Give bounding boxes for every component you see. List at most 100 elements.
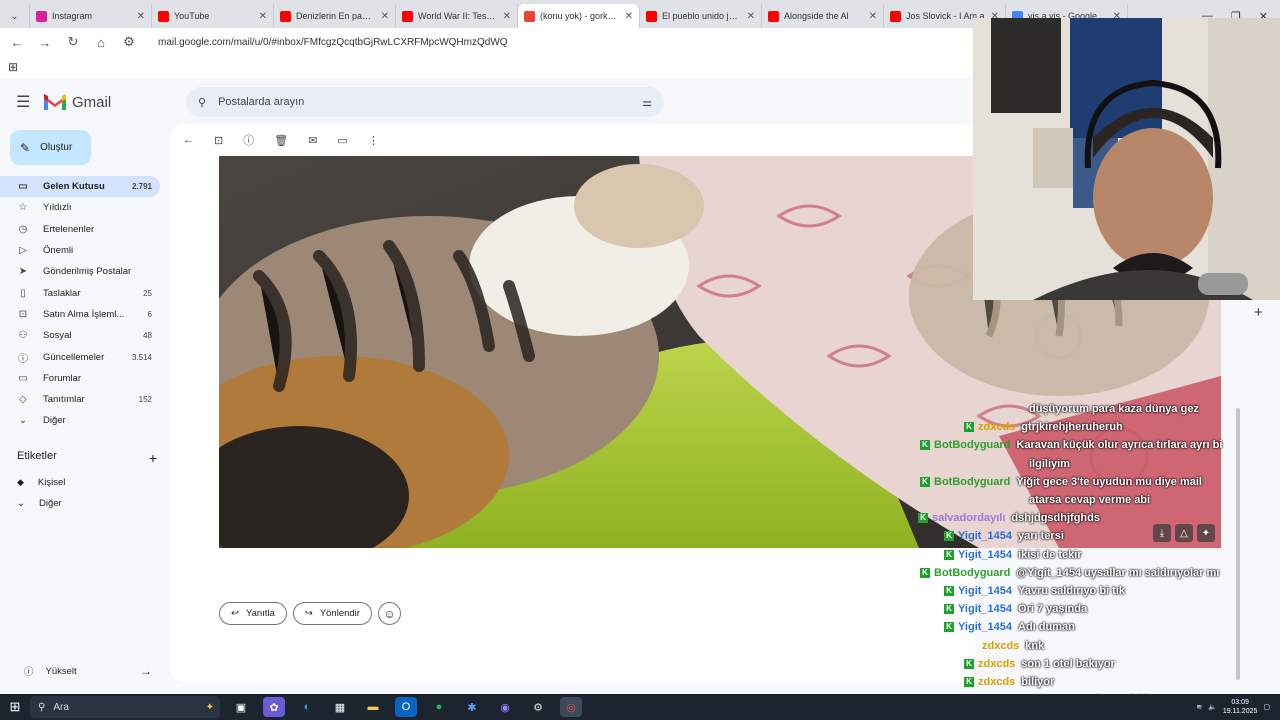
tab-title: (konu yok) - gorkem [540,11,620,21]
sidebar-item[interactable]: ▭ Gelen Kutusu 2.791 [0,176,160,198]
chat-username[interactable]: BotBodyguard [934,567,1010,579]
gmail-logo[interactable]: Gmail [44,94,178,111]
label-item-kisisel[interactable]: ◆ Kişisel [17,477,65,488]
search-bar[interactable]: ⚲ Postalarda arayın ⚌ [186,87,664,117]
wifi-icon[interactable]: ≋ [1196,703,1202,711]
chat-message: K BotBodyguard Karavan küçük olur ayrıca t… [920,439,1280,451]
add-label-icon[interactable]: + [149,450,157,466]
chrome-icon[interactable]: ◎ [560,697,582,717]
sidebar-item[interactable]: ☆ Yıldızlı [0,197,160,218]
search-input[interactable]: Postalarda arayın [218,96,630,108]
start-icon[interactable]: ⊞ [0,699,30,715]
outlook-icon[interactable]: O [395,697,417,717]
chat-message: atarsa cevap verme abi [1029,494,1280,506]
folder-icon[interactable]: ▬ [362,697,384,717]
app-icon[interactable]: ✱ [461,697,483,717]
browser-tab[interactable]: El pueblo unido jamá ✕ [640,4,762,28]
search-icon[interactable]: ⚲ [198,96,206,109]
upgrade-button[interactable]: ⓘ Yükselt → [24,664,152,678]
chat-message: Kzdxcds biliyor [964,676,1280,688]
task-view-icon[interactable]: ▣ [230,697,252,717]
app-name: Gmail [72,93,112,111]
chat-username[interactable]: BotBodyguard [934,476,1010,488]
close-tab-icon[interactable]: ✕ [747,11,755,22]
report-spam-icon[interactable]: ⓘ [243,132,254,148]
chat-message: K Yigit_1454 ikisi de tekir [944,549,1280,561]
notifications-icon[interactable]: ▢ [1263,703,1270,711]
move-to-icon[interactable]: ▭ [337,134,347,147]
main-menu-icon[interactable]: ☰ [16,92,34,112]
volume-icon[interactable]: 🔈 [1208,703,1217,711]
sidebar-item[interactable]: ▯ Taslaklar 25 [0,282,160,303]
add-icon[interactable]: + [1254,304,1263,321]
forward-button[interactable]: ↪ Yönlendir [292,602,372,625]
taskbar-search-label: Ara [53,701,69,713]
label-item-diger[interactable]: ⌄ Diğer [17,498,62,509]
sidebar-item[interactable]: ⓘ Güncellemeler 3.514 [0,346,160,367]
sidebar-item[interactable]: ◷ Ertelenenler [0,219,160,240]
emoji-reaction-button[interactable]: ☺ [377,602,401,625]
reload-icon[interactable]: ↻ [66,34,80,50]
back-icon[interactable]: ← [10,35,24,50]
favicon-icon [36,10,47,22]
scrollbar[interactable] [1236,408,1240,680]
browser-tab[interactable]: Denizlerin En pahalı b ✕ [274,4,396,28]
cart-icon: ⊡ [18,308,28,320]
chat-text: Yavru saldırıyo bi tık [1018,585,1126,597]
tab-list-button[interactable]: ⌄ [0,4,30,28]
browser-tab[interactable]: Alongside the Al ✕ [762,4,884,28]
forward-icon[interactable]: → [38,35,52,50]
sidebar-item[interactable]: ➤ Gönderilmiş Postalar [0,261,160,282]
apps-grid-icon[interactable]: ⊞ [8,60,18,74]
mark-unread-icon[interactable]: ✉ [308,134,317,147]
browser-tab[interactable]: YouTube ✕ [152,4,274,28]
clock[interactable]: 03:09 19.11.2025 [1223,698,1258,716]
delete-icon[interactable]: 🗑 [274,134,288,147]
more-icon[interactable]: ⋮ [368,134,379,147]
edge-icon[interactable]: ◐ [296,697,318,717]
chat-username[interactable]: zdxcds [978,658,1015,670]
chat-username[interactable]: Yigit_1454 [958,549,1012,561]
sidebar-item[interactable]: ⚇ Sosyal 48 [0,325,160,346]
sidebar-item[interactable]: ⊡ Satın Alma İşleml... 6 [0,304,160,325]
store-icon[interactable]: ▦ [329,697,351,717]
chat-username[interactable]: Yigit_1454 [958,585,1012,597]
spotify-icon[interactable]: ● [428,697,450,717]
chat-text: gtrjkirehjheruheruh [1021,421,1123,434]
close-tab-icon[interactable]: ✕ [259,11,267,22]
sidebar-item[interactable]: ◇ Tanıtımlar 152 [0,389,160,410]
close-tab-icon[interactable]: ✕ [869,11,877,22]
browser-tab[interactable]: (konu yok) - gorkem ✕ [518,4,640,28]
back-to-inbox-icon[interactable]: ← [183,134,194,146]
settings-icon[interactable]: ⚙ [527,697,549,717]
chat-username[interactable]: Yigit_1454 [958,530,1012,542]
url-field[interactable]: mail.google.com/mail/u/0/#inbox/FMfcgzQc… [158,37,508,48]
chat-username[interactable]: zdxcds [982,640,1019,652]
compose-button[interactable]: ✎ Oluştur [10,130,91,165]
chat-username[interactable]: Yigit_1454 [958,603,1012,615]
reply-button[interactable]: ↩ Yanıtla [219,602,287,625]
chat-username[interactable]: zdxcds [978,676,1015,688]
chat-username[interactable]: BotBodyguard [934,439,1010,451]
sidebar-item[interactable]: ⌄ Diğer [0,410,160,431]
chat-username[interactable]: zdxcds [978,421,1015,433]
archive-icon[interactable]: ⊡ [214,134,223,147]
sidebar-item[interactable]: ▭ Forumlar [0,368,160,389]
sidebar: ✎ Oluştur ▭ Gelen Kutusu 2.791 ☆ Yıldızlı ◷ Er… [0,124,168,694]
close-tab-icon[interactable]: ✕ [137,11,145,22]
home-icon[interactable]: ⌂ [94,35,108,50]
obs-icon[interactable]: ◉ [494,697,516,717]
search-options-icon[interactable]: ⚌ [642,96,652,109]
site-info-icon[interactable]: ⚙ [122,34,136,50]
close-tab-icon[interactable]: ✕ [381,11,389,22]
close-tab-icon[interactable]: ✕ [625,11,633,22]
browser-tab[interactable]: World War II: Test You ✕ [396,4,518,28]
chat-username[interactable]: salvadordayılı [932,512,1005,524]
copilot-icon[interactable]: ✿ [263,697,285,717]
sidebar-item[interactable]: ▷ Önemli [0,240,160,261]
browser-tab[interactable]: Instagram ✕ [30,4,152,28]
close-tab-icon[interactable]: ✕ [503,11,511,22]
compose-label: Oluştur [40,142,73,153]
taskbar-search[interactable]: ⚲ Ara ✦ [30,696,220,718]
chat-username[interactable]: Yigit_1454 [958,621,1012,633]
